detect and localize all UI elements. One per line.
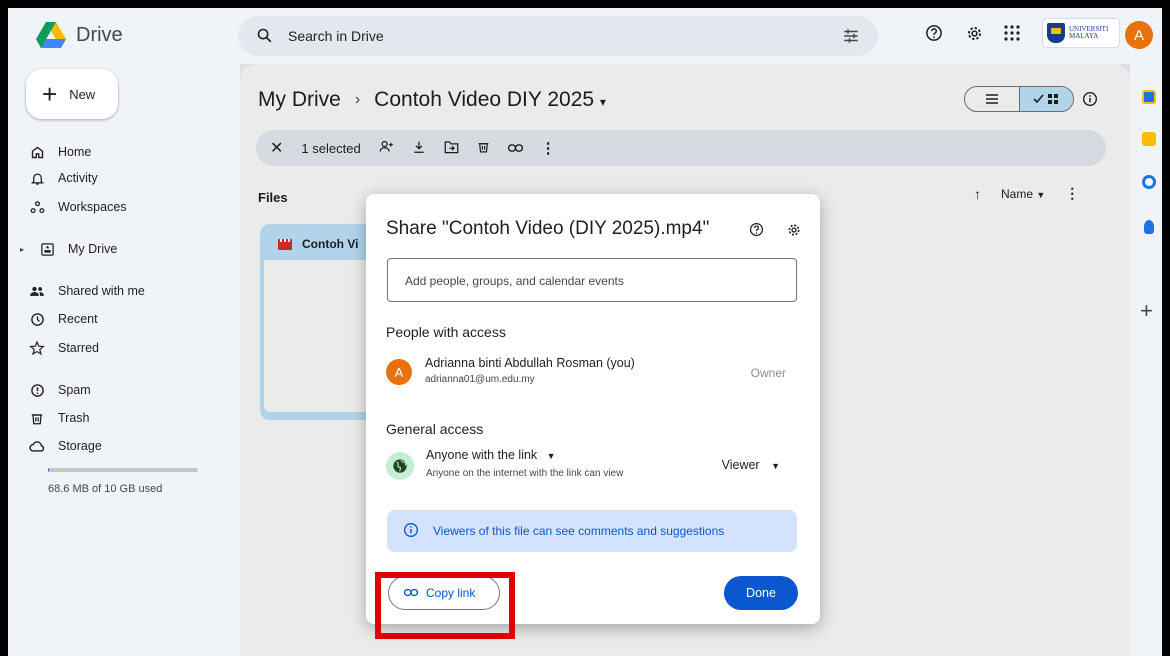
access-type-label: Anyone with the link xyxy=(426,448,538,462)
globe-icon xyxy=(386,452,414,480)
sidebar-item-shared-with-me[interactable]: Shared with me xyxy=(28,279,145,303)
sidebar-item-label: My Drive xyxy=(68,242,118,256)
add-people-input[interactable]: Add people, groups, and calendar events xyxy=(387,258,797,302)
sidebar-item-label: Shared with me xyxy=(58,284,145,298)
sidebar-item-label: Workspaces xyxy=(58,200,127,214)
sidebar-item-label: Recent xyxy=(58,312,98,326)
trash-icon xyxy=(28,409,46,427)
general-access-heading: General access xyxy=(386,421,484,437)
crest-icon xyxy=(1047,23,1065,43)
account-avatar[interactable]: A xyxy=(1125,21,1153,49)
bell-icon xyxy=(28,169,46,187)
person-email: adrianna01@um.edu.my xyxy=(425,374,535,385)
access-person-row: A Adrianna binti Abdullah Rosman (you) a… xyxy=(386,354,796,394)
sidebar-item-my-drive[interactable]: ▸ My Drive xyxy=(20,237,117,261)
storage-usage-text: 68.6 MB of 10 GB used xyxy=(48,483,163,495)
tasks-app-icon[interactable] xyxy=(1142,175,1156,189)
sidebar-item-label: Starred xyxy=(58,341,99,355)
sidebar-item-trash[interactable]: Trash xyxy=(28,406,90,430)
sidebar-item-spam[interactable]: Spam xyxy=(28,378,91,402)
storage-usage-fill xyxy=(48,468,49,472)
settings-icon[interactable] xyxy=(964,23,984,43)
sidebar-item-workspaces[interactable]: Workspaces xyxy=(28,195,127,219)
avatar: A xyxy=(386,359,412,385)
info-banner-text: Viewers of this file can see comments an… xyxy=(433,524,725,538)
dropdown-arrow-icon: ▼ xyxy=(771,461,780,471)
app-name: Drive xyxy=(76,23,123,46)
search-bar[interactable]: Search in Drive xyxy=(238,16,878,56)
star-icon xyxy=(28,339,46,357)
sidebar-item-recent[interactable]: Recent xyxy=(28,307,98,331)
sidebar-item-label: Spam xyxy=(58,383,91,397)
people-icon xyxy=(28,282,46,300)
access-role-dropdown[interactable]: Viewer ▼ xyxy=(722,458,780,472)
help-icon[interactable] xyxy=(924,23,944,43)
sidebar-item-home[interactable]: Home xyxy=(28,140,91,164)
org-name-line2: MALAYA xyxy=(1069,32,1099,40)
sidebar-item-label: Activity xyxy=(58,171,98,185)
general-access-row: Anyone with the link ▼ Anyone on the int… xyxy=(386,446,796,486)
person-name: Adrianna binti Abdullah Rosman (you) xyxy=(425,356,635,370)
new-button-label: New xyxy=(69,86,96,102)
sidebar-item-label: Home xyxy=(58,145,92,159)
plus-icon: + xyxy=(42,79,58,109)
apps-grid-icon[interactable] xyxy=(1002,23,1022,43)
drive-logo-icon xyxy=(36,22,66,48)
search-icon[interactable] xyxy=(256,27,273,49)
access-description: Anyone on the internet with the link can… xyxy=(426,468,624,479)
cloud-icon xyxy=(28,437,46,455)
drive-app: Drive Search in Drive UNIVERSITI MALAYA … xyxy=(8,8,1162,656)
new-button[interactable]: + New xyxy=(26,69,118,119)
share-dialog: Share "Contoh Video (DIY 2025).mp4" Add … xyxy=(366,194,820,624)
my-drive-icon xyxy=(38,240,56,258)
access-type-dropdown[interactable]: Anyone with the link ▼ xyxy=(426,448,556,462)
contacts-app-icon[interactable] xyxy=(1144,220,1154,234)
organization-logo[interactable]: UNIVERSITI MALAYA xyxy=(1042,18,1120,48)
calendar-app-icon[interactable] xyxy=(1142,90,1156,104)
people-with-access-heading: People with access xyxy=(386,324,506,340)
sidebar-item-storage[interactable]: Storage xyxy=(28,434,102,458)
search-input[interactable]: Search in Drive xyxy=(288,28,384,44)
workspaces-icon xyxy=(28,198,46,216)
done-button[interactable]: Done xyxy=(724,576,798,610)
access-role-label: Viewer xyxy=(721,458,760,472)
spam-icon xyxy=(28,381,46,399)
info-banner: Viewers of this file can see comments an… xyxy=(387,510,797,552)
copy-link-highlight-annotation xyxy=(375,572,515,639)
clock-icon xyxy=(28,310,46,328)
drive-logo[interactable]: Drive xyxy=(36,22,123,48)
share-dialog-title: Share "Contoh Video (DIY 2025).mp4" xyxy=(386,218,710,239)
search-options-icon[interactable] xyxy=(842,27,860,50)
dropdown-arrow-icon: ▼ xyxy=(546,451,556,461)
sidebar-item-label: Trash xyxy=(58,411,90,425)
sidebar-item-label: Storage xyxy=(58,439,102,453)
get-add-ons-icon[interactable]: + xyxy=(1140,298,1153,324)
sidebar-item-activity[interactable]: Activity xyxy=(28,166,98,190)
help-icon[interactable] xyxy=(749,222,764,242)
sidebar-item-starred[interactable]: Starred xyxy=(28,336,99,360)
settings-icon[interactable] xyxy=(786,222,802,243)
person-role: Owner xyxy=(750,366,786,380)
keep-app-icon[interactable] xyxy=(1142,132,1156,146)
expand-caret-icon[interactable]: ▸ xyxy=(20,245,26,254)
storage-usage-bar xyxy=(48,468,198,472)
info-icon xyxy=(403,522,419,541)
home-icon xyxy=(28,143,46,161)
